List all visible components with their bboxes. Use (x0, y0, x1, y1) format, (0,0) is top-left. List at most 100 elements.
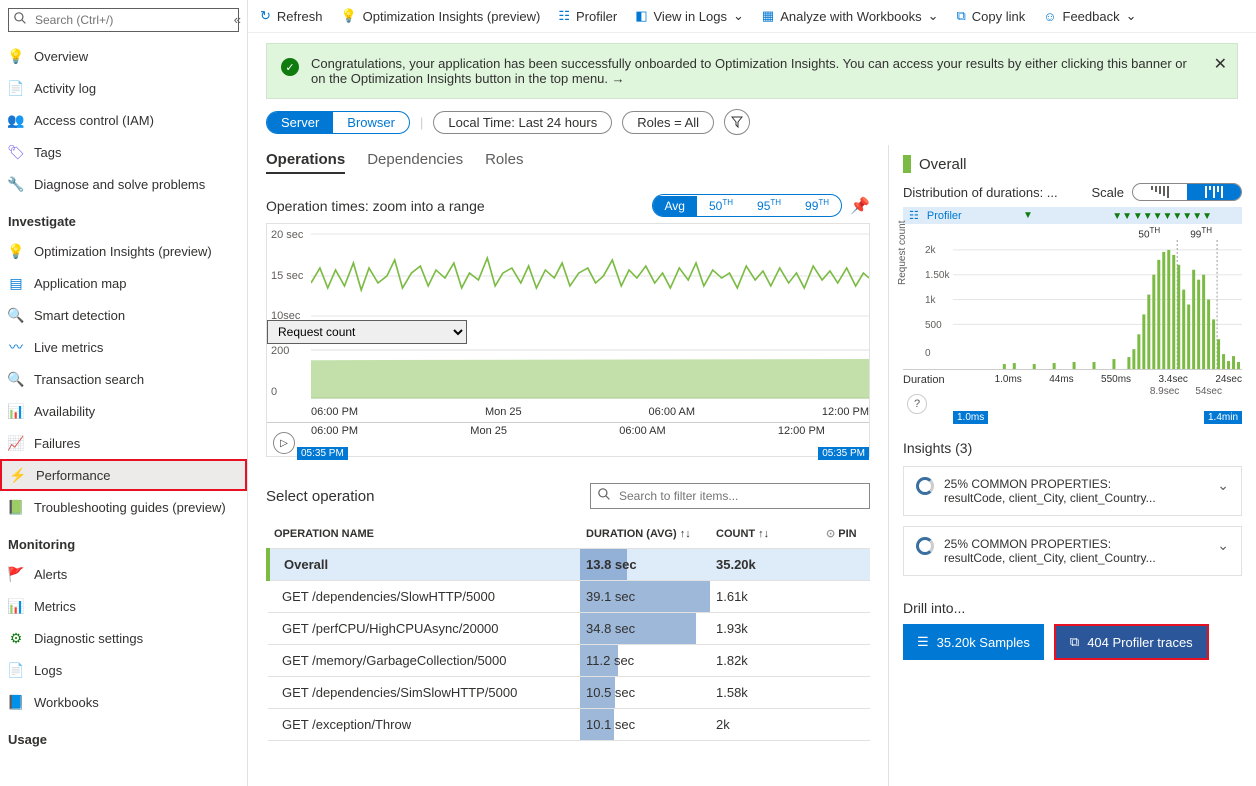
help-icon[interactable]: ? (907, 394, 927, 414)
col-pin[interactable]: ⊙ PIN (820, 519, 870, 549)
insight-card[interactable]: 25% COMMON PROPERTIES: resultCode, clien… (903, 526, 1242, 576)
add-filter-button[interactable] (724, 109, 750, 135)
onboarding-banner[interactable]: ✓ Congratulations, your application has … (266, 43, 1238, 99)
nav-label: Activity log (34, 81, 96, 96)
profiler-icon: ☷ (558, 8, 570, 24)
sidebar: « 💡 Overview 📄Activity log👥Access control … (0, 0, 248, 786)
sidebar-item-overview[interactable]: 💡 Overview (0, 40, 247, 72)
close-icon[interactable]: ✕ (1214, 54, 1227, 74)
sidebar-item-transaction-search[interactable]: 🔍Transaction search (0, 363, 247, 395)
chevron-down-icon: ⌄ (1126, 8, 1137, 24)
nav-icon: 🚩 (8, 566, 24, 582)
p95-pill[interactable]: 95TH (745, 195, 793, 216)
refresh-button[interactable]: ↻ Refresh (260, 8, 322, 24)
profiler-traces-button[interactable]: ⧉ 404 Profiler traces (1054, 624, 1209, 660)
sidebar-item-optimization-insights-preview-[interactable]: 💡Optimization Insights (preview) (0, 235, 247, 267)
profiler-strip[interactable]: ☷ Profiler ▼ ▼▼ ▼▼▼▼▼▼▼▼ (903, 207, 1242, 224)
smiley-icon: ☺ (1043, 9, 1056, 24)
sidebar-item-live-metrics[interactable]: 〰Live metrics (0, 331, 247, 363)
col-count[interactable]: COUNT ↑↓ (710, 519, 820, 549)
operations-pane: Operations Dependencies Roles Operation … (248, 145, 888, 786)
duration-range-slider[interactable]: ? 8.9sec 54sec 1.0ms 1.4min (903, 386, 1242, 422)
sidebar-item-failures[interactable]: 📈 Failures (0, 427, 247, 459)
sidebar-item-troubleshooting-guides-preview-[interactable]: 📗Troubleshooting guides (preview) (0, 491, 247, 523)
feedback-button[interactable]: ☺ Feedback ⌄ (1043, 8, 1136, 24)
nav-label: Overview (34, 49, 88, 64)
scale-label: Scale (1091, 185, 1124, 200)
nav-icon: 〰 (8, 339, 24, 355)
table-row[interactable]: GET /perfCPU/HighCPUAsync/2000034.8 sec1… (268, 613, 870, 645)
operations-search-input[interactable] (590, 483, 870, 509)
nav-label: Transaction search (34, 372, 144, 387)
table-row[interactable]: Overall13.8 sec35.20k (268, 549, 870, 581)
nav-label: Access control (IAM) (34, 113, 154, 128)
server-pill[interactable]: Server (267, 112, 333, 133)
samples-button[interactable]: ☰ 35.20k Samples (903, 624, 1044, 660)
sidebar-item-application-map[interactable]: ▤Application map (0, 267, 247, 299)
p50-pill[interactable]: 50TH (697, 195, 745, 216)
sidebar-item-smart-detection[interactable]: 🔍Smart detection (0, 299, 247, 331)
analyze-workbooks-button[interactable]: ▦ Analyze with Workbooks ⌄ (762, 8, 939, 24)
sidebar-item-access-control-iam-[interactable]: 👥Access control (IAM) (0, 104, 247, 136)
range-handle-max[interactable]: 1.4min (1204, 411, 1242, 424)
col-duration[interactable]: DURATION (AVG) ↑↓ (580, 519, 710, 549)
table-row[interactable]: GET /exception/Throw10.1 sec2k (268, 709, 870, 741)
col-operation-name[interactable]: OPERATION NAME (268, 519, 580, 549)
view-in-logs-button[interactable]: ◧ View in Logs ⌄ (635, 8, 744, 24)
tab-operations[interactable]: Operations (266, 151, 345, 174)
list-icon: ☰ (917, 634, 929, 650)
nav-label: Metrics (34, 599, 76, 614)
logs-icon: ◧ (635, 8, 647, 24)
sidebar-item-alerts[interactable]: 🚩Alerts (0, 558, 247, 590)
nav-icon: 📈 (8, 435, 24, 451)
nav-icon: 📗 (8, 499, 24, 515)
duration-axis-label: Duration (903, 370, 945, 386)
nav-icon: 💡 (8, 48, 24, 64)
scale-toggle[interactable] (1132, 183, 1242, 201)
copy-link-button[interactable]: ⧉ Copy link (956, 8, 1025, 24)
sidebar-item-logs[interactable]: 📄Logs (0, 654, 247, 686)
operation-times-chart[interactable]: 20 sec 15 sec 10sec Request count (266, 223, 870, 457)
optimization-insights-button[interactable]: 💡 Optimization Insights (preview) (340, 8, 540, 24)
sidebar-item-workbooks[interactable]: 📘Workbooks (0, 686, 247, 718)
sidebar-search-input[interactable] (8, 8, 239, 32)
scrub-handle-start[interactable]: 05:35 PM (297, 447, 348, 460)
sidebar-item-availability[interactable]: 📊Availability (0, 395, 247, 427)
roles-chip[interactable]: Roles = All (622, 111, 714, 134)
banner-text: Congratulations, your application has be… (311, 56, 1187, 86)
tab-dependencies[interactable]: Dependencies (367, 151, 463, 174)
collapse-sidebar-icon[interactable]: « (234, 12, 241, 27)
table-row[interactable]: GET /dependencies/SlowHTTP/500039.1 sec1… (268, 581, 870, 613)
time-scrubber[interactable]: ▷ 06:00 PMMon 2506:00 AM12:00 PM 05:35 P… (267, 422, 869, 456)
nav-label: Diagnostic settings (34, 631, 143, 646)
profiler-button[interactable]: ☷ Profiler (558, 8, 617, 24)
overall-indicator (903, 155, 911, 173)
sidebar-item-diagnose-and-solve-problems[interactable]: 🔧Diagnose and solve problems (0, 168, 247, 200)
sidebar-item-tags[interactable]: 🏷Tags (0, 136, 247, 168)
nav-label: Failures (34, 436, 80, 451)
count-metric-select[interactable]: Request count (267, 320, 467, 344)
pin-icon[interactable]: 📌 (850, 196, 870, 216)
sidebar-item-activity-log[interactable]: 📄Activity log (0, 72, 247, 104)
sidebar-item-metrics[interactable]: 📊Metrics (0, 590, 247, 622)
browser-pill[interactable]: Browser (333, 112, 409, 133)
scrub-handle-end[interactable]: 05:35 PM (818, 447, 869, 460)
nav-label: Optimization Insights (preview) (34, 244, 212, 259)
time-axis: 06:00 PMMon 2506:00 AM12:00 PM (267, 404, 869, 418)
sub-tabs: Operations Dependencies Roles (266, 145, 870, 180)
p99-pill[interactable]: 99TH (793, 195, 841, 216)
avg-pill[interactable]: Avg (653, 196, 697, 216)
refresh-icon: ↻ (260, 8, 271, 24)
insight-card[interactable]: 25% COMMON PROPERTIES: resultCode, clien… (903, 466, 1242, 516)
tab-roles[interactable]: Roles (485, 151, 523, 174)
duration-histogram[interactable]: Request count 2k 1.50k 1k 500 0 (903, 240, 1242, 370)
table-row[interactable]: GET /dependencies/SimSlowHTTP/500010.5 s… (268, 677, 870, 709)
select-operation-title: Select operation (266, 488, 374, 505)
time-range-chip[interactable]: Local Time: Last 24 hours (433, 111, 612, 134)
play-icon[interactable]: ▷ (273, 432, 295, 454)
sidebar-item-performance[interactable]: ⚡Performance (0, 459, 247, 491)
range-handle-min[interactable]: 1.0ms (953, 411, 988, 424)
table-row[interactable]: GET /memory/GarbageCollection/500011.2 s… (268, 645, 870, 677)
drill-into-header: Drill into... (903, 586, 1242, 624)
sidebar-item-diagnostic-settings[interactable]: ⚙Diagnostic settings (0, 622, 247, 654)
